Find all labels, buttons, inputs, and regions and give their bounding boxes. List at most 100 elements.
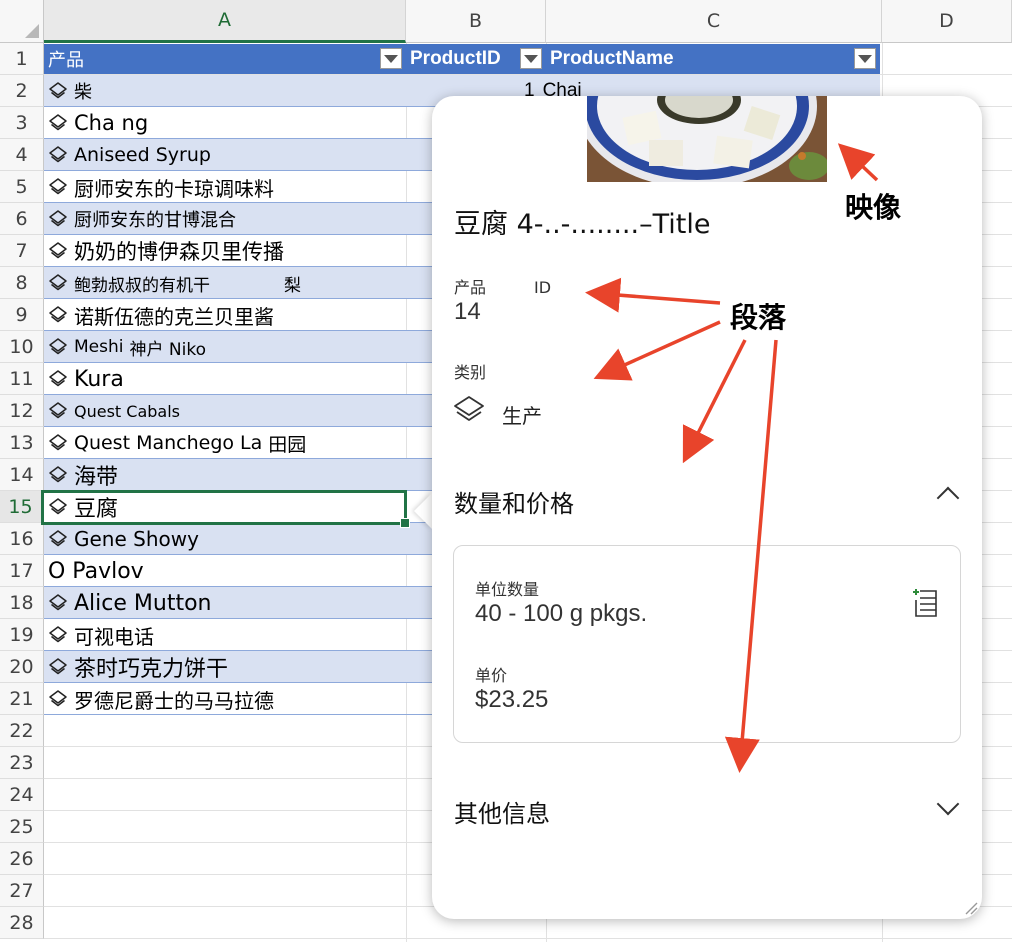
data-type-layers-icon[interactable] [48,305,68,325]
column-header-c[interactable]: C [546,0,882,43]
row-header[interactable]: 24 [0,779,44,811]
row-header[interactable]: 9 [0,299,44,331]
row-header[interactable]: 25 [0,811,44,843]
row-header[interactable]: 18 [0,587,44,619]
data-type-layers-icon[interactable] [48,529,68,549]
product-cell[interactable]: 奶奶的博伊森贝里传播 [44,235,406,267]
annotation-paragraph: 段落 [730,301,787,334]
card-title: 豆腐 4-..-........–Title [454,209,711,240]
row-header[interactable]: 22 [0,715,44,747]
row-header[interactable]: 16 [0,523,44,555]
data-type-layers-icon[interactable] [48,337,68,357]
row-header[interactable]: 20 [0,651,44,683]
product-cell[interactable]: 海带 [44,459,406,491]
row-header[interactable]: 1 [0,43,44,75]
unit-price-value: $23.25 [475,686,549,713]
row-header[interactable]: 3 [0,107,44,139]
chevron-down-icon[interactable] [936,792,960,816]
product-label: Meshi [74,337,124,357]
product-label: 海带 [74,465,119,490]
section-other-info-title[interactable]: 其他信息 [454,794,550,829]
product-cell[interactable]: 罗德尼爵士的马马拉德 [44,683,406,715]
product-cell[interactable]: Kura [44,363,406,395]
data-type-layers-icon[interactable] [48,81,68,101]
data-type-layers-icon[interactable] [48,145,68,165]
row-header[interactable]: 17 [0,555,44,587]
row-header[interactable]: 11 [0,363,44,395]
product-cell[interactable]: Alice Mutton [44,587,406,619]
table-header-productid[interactable]: ProductID [406,44,546,74]
data-type-layers-icon[interactable] [48,657,68,677]
product-cell[interactable]: Quest Cabals [44,395,406,427]
product-cell[interactable]: Aniseed Syrup [44,139,406,171]
data-type-layers-icon[interactable] [48,497,68,517]
row-header[interactable]: 19 [0,619,44,651]
chevron-up-icon[interactable] [936,486,960,510]
row-header[interactable]: 12 [0,395,44,427]
data-type-layers-icon[interactable] [48,369,68,389]
data-type-layers-icon[interactable] [48,465,68,485]
data-type-layers-icon[interactable] [48,689,68,709]
product-cell[interactable]: 豆腐 [44,491,406,523]
row-header[interactable]: 13 [0,427,44,459]
data-type-layers-icon[interactable] [48,177,68,197]
product-cell[interactable]: Meshi 神户 Niko [44,331,406,363]
product-cell[interactable]: O Pavlov [44,555,406,587]
filter-dropdown-icon[interactable] [520,48,542,69]
row-header[interactable]: 27 [0,875,44,907]
insert-data-icon[interactable] [908,586,940,618]
select-all-corner[interactable] [0,0,44,43]
row-header[interactable]: 28 [0,907,44,939]
table-header-product[interactable]: 产品 [44,44,406,74]
product-label: 鲍勃叔叔的有机干 [74,275,210,296]
product-cell[interactable]: 可视电话 [44,619,406,651]
product-cell[interactable]: 茶时巧克力饼干 [44,651,406,683]
data-type-layers-icon[interactable] [48,433,68,453]
row-header[interactable]: 8 [0,267,44,299]
product-label: 可视电话 [74,624,154,649]
category-value: 生产 [502,404,542,428]
unit-quantity-value: 40 - 100 g pkgs. [475,600,648,627]
data-type-layers-icon[interactable] [48,113,68,133]
product-cell[interactable]: Cha ng [44,107,406,139]
data-type-layers-icon[interactable] [48,241,68,261]
unit-quantity-label: 单位数量 [475,580,540,599]
row-header[interactable]: 21 [0,683,44,715]
row-header[interactable]: 14 [0,459,44,491]
product-cell[interactable]: 鲍勃叔叔的有机干 梨 [44,267,406,299]
product-cell[interactable]: 柴 [44,75,406,107]
resize-grip-icon[interactable] [962,899,978,915]
section-quantity-price-title[interactable]: 数量和价格 [454,484,574,519]
data-type-layers-icon[interactable] [48,209,68,229]
row-header[interactable]: 2 [0,75,44,107]
table-header-productname[interactable]: ProductName [546,44,880,74]
product-cell[interactable]: Gene Showy [44,523,406,555]
category-label: 类别 [454,363,487,382]
product-label: Kura [74,366,124,392]
row-header[interactable]: 15 [0,491,44,523]
product-cell[interactable]: Quest Manchego La 田园 [44,427,406,459]
data-type-layers-icon[interactable] [48,401,68,421]
column-header-b[interactable]: B [406,0,546,43]
row-header[interactable]: 6 [0,203,44,235]
quantity-price-panel: 单位数量 40 - 100 g pkgs. 单价 $23.25 [453,545,961,743]
data-type-layers-icon[interactable] [48,593,68,613]
product-cell[interactable]: 诺斯伍德的克兰贝里酱 [44,299,406,331]
filter-dropdown-icon[interactable] [380,48,402,69]
data-type-layers-icon[interactable] [48,273,68,293]
product-label: Cha ng [74,111,149,135]
row-header[interactable]: 10 [0,331,44,363]
data-type-layers-icon[interactable] [48,625,68,645]
row-header[interactable]: 23 [0,747,44,779]
filter-dropdown-icon[interactable] [854,48,876,69]
row-header[interactable]: 4 [0,139,44,171]
column-header-a[interactable]: A [44,0,406,43]
unit-price-label: 单价 [475,666,508,685]
row-header[interactable]: 5 [0,171,44,203]
product-cell[interactable]: 厨师安东的甘博混合 [44,203,406,235]
row-header[interactable]: 7 [0,235,44,267]
product-cell[interactable]: 厨师安东的卡琼调味料 [44,171,406,203]
column-header-d[interactable]: D [882,0,1012,43]
row-header[interactable]: 26 [0,843,44,875]
product-label: 厨师安东的甘博混合 [74,210,236,231]
